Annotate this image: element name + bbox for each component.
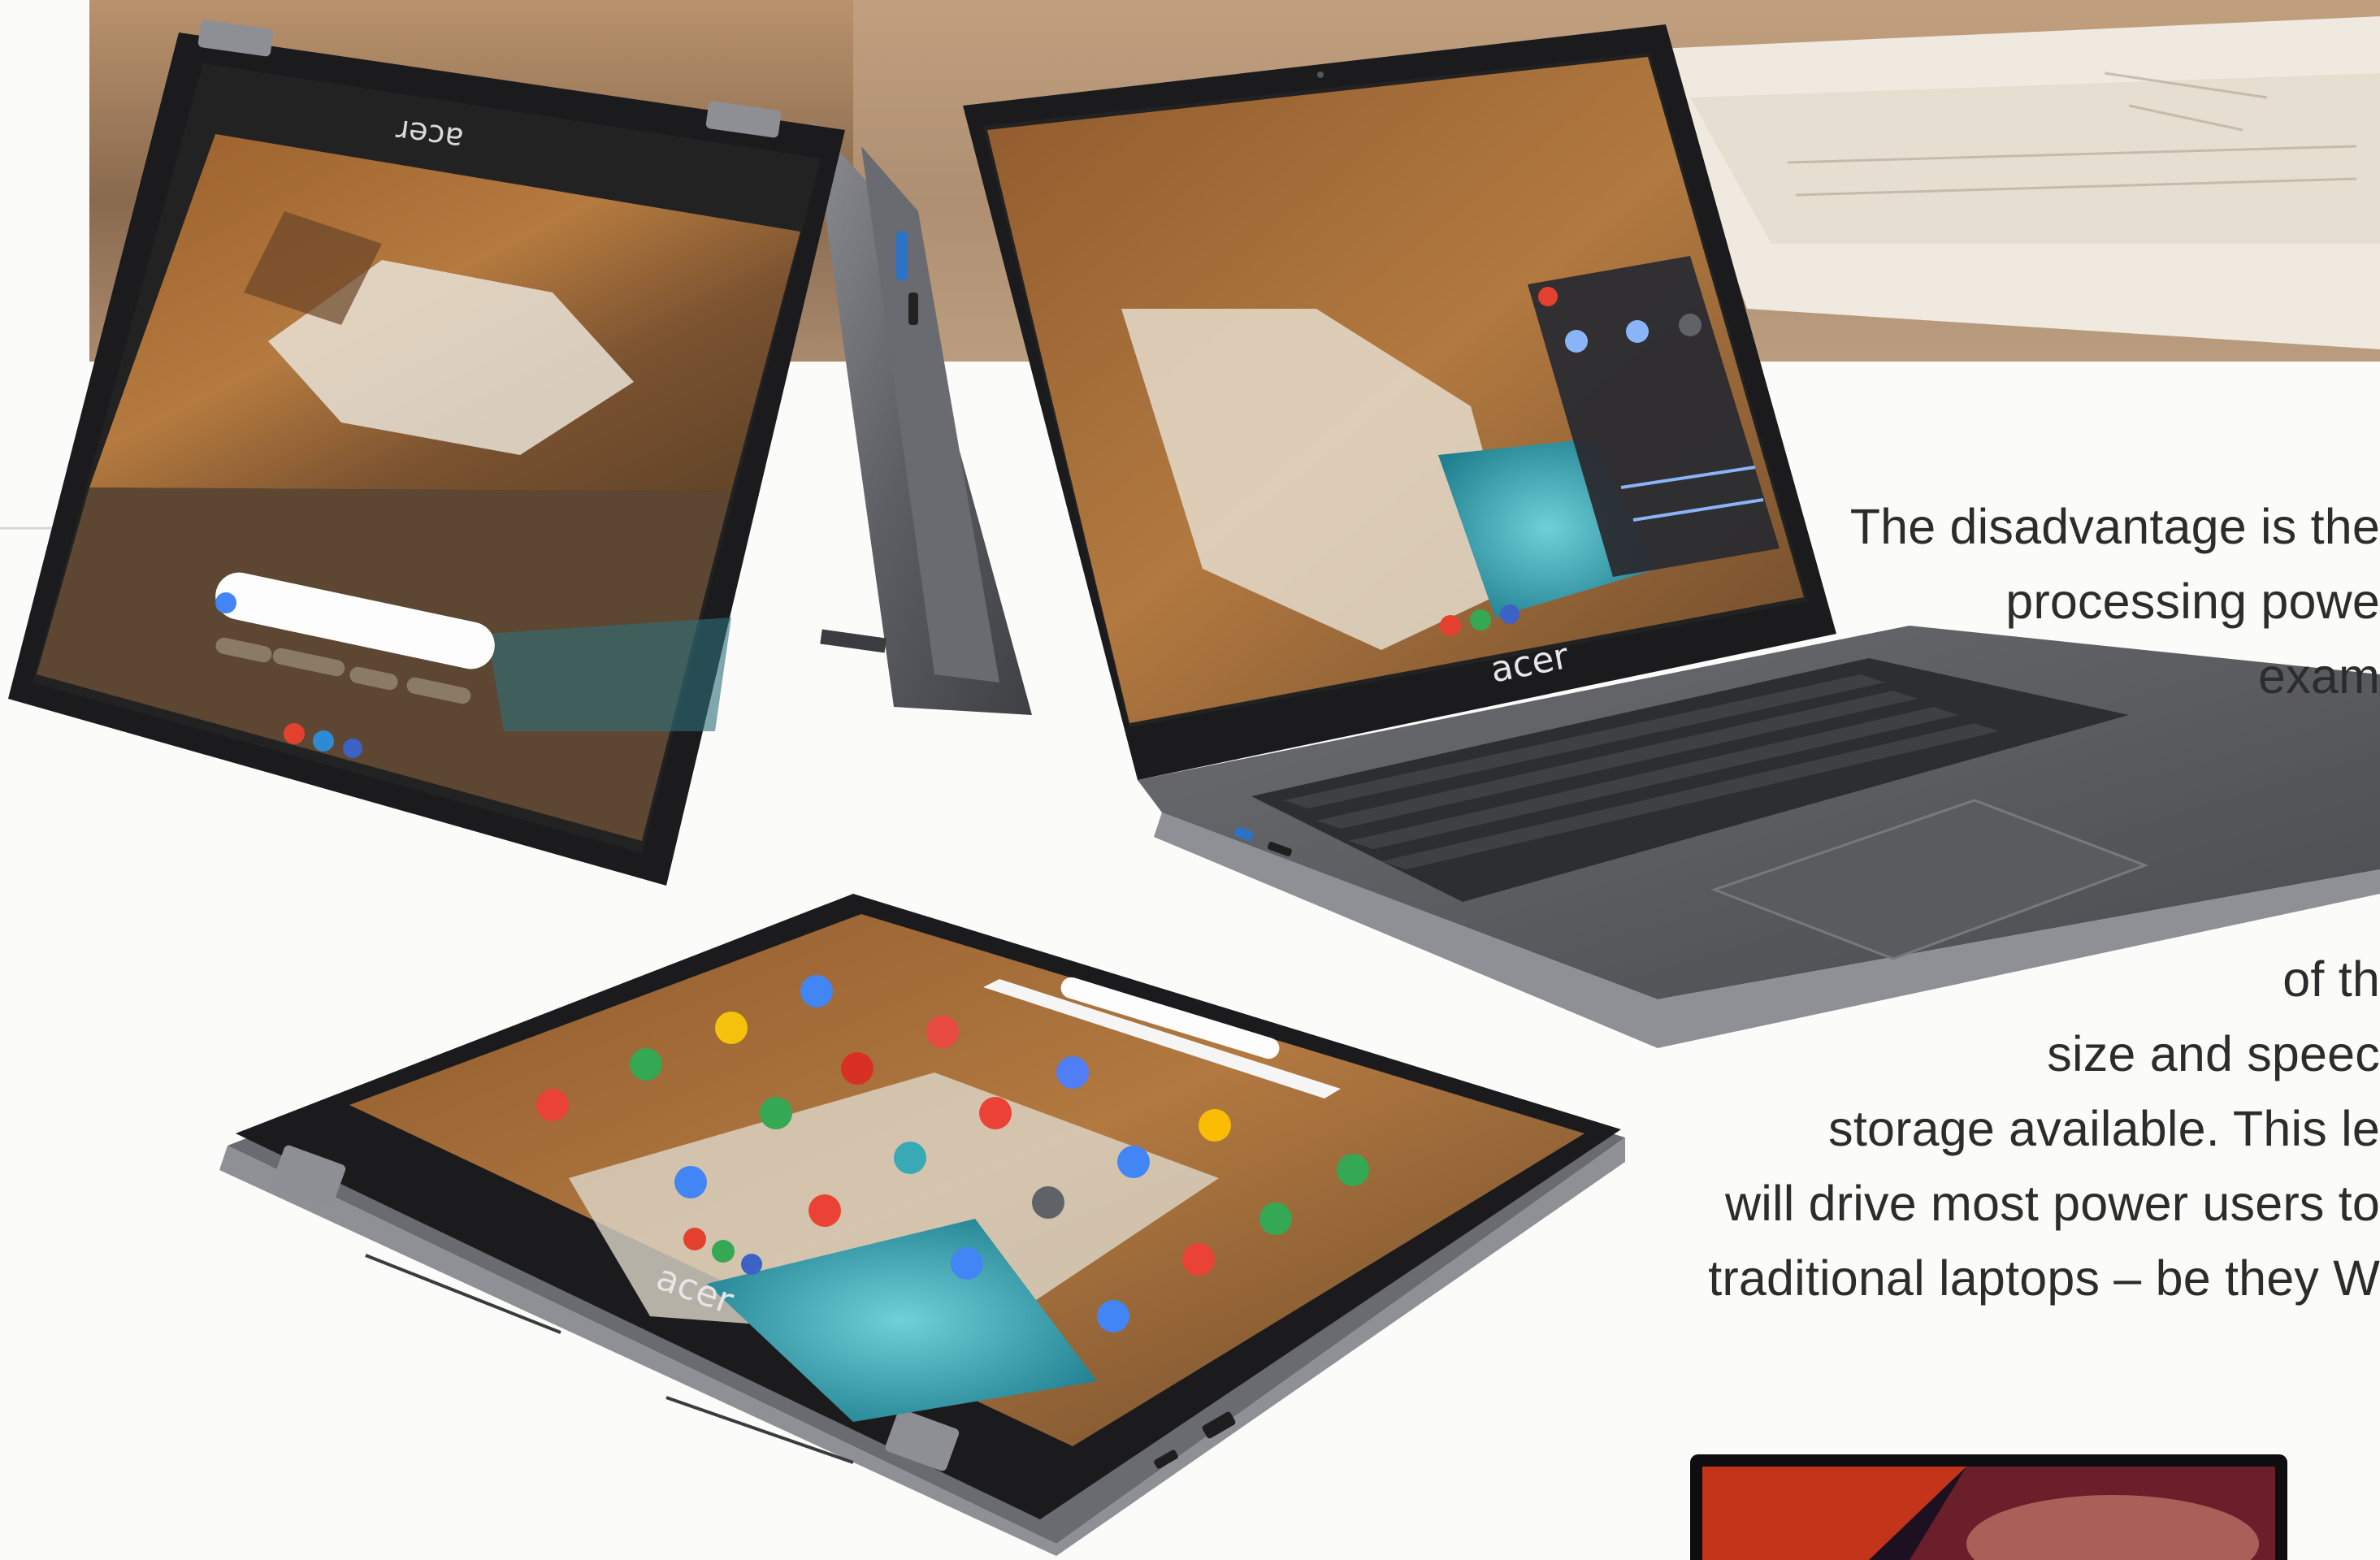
product-photo: acer acer acer	[0, 0, 2380, 1560]
